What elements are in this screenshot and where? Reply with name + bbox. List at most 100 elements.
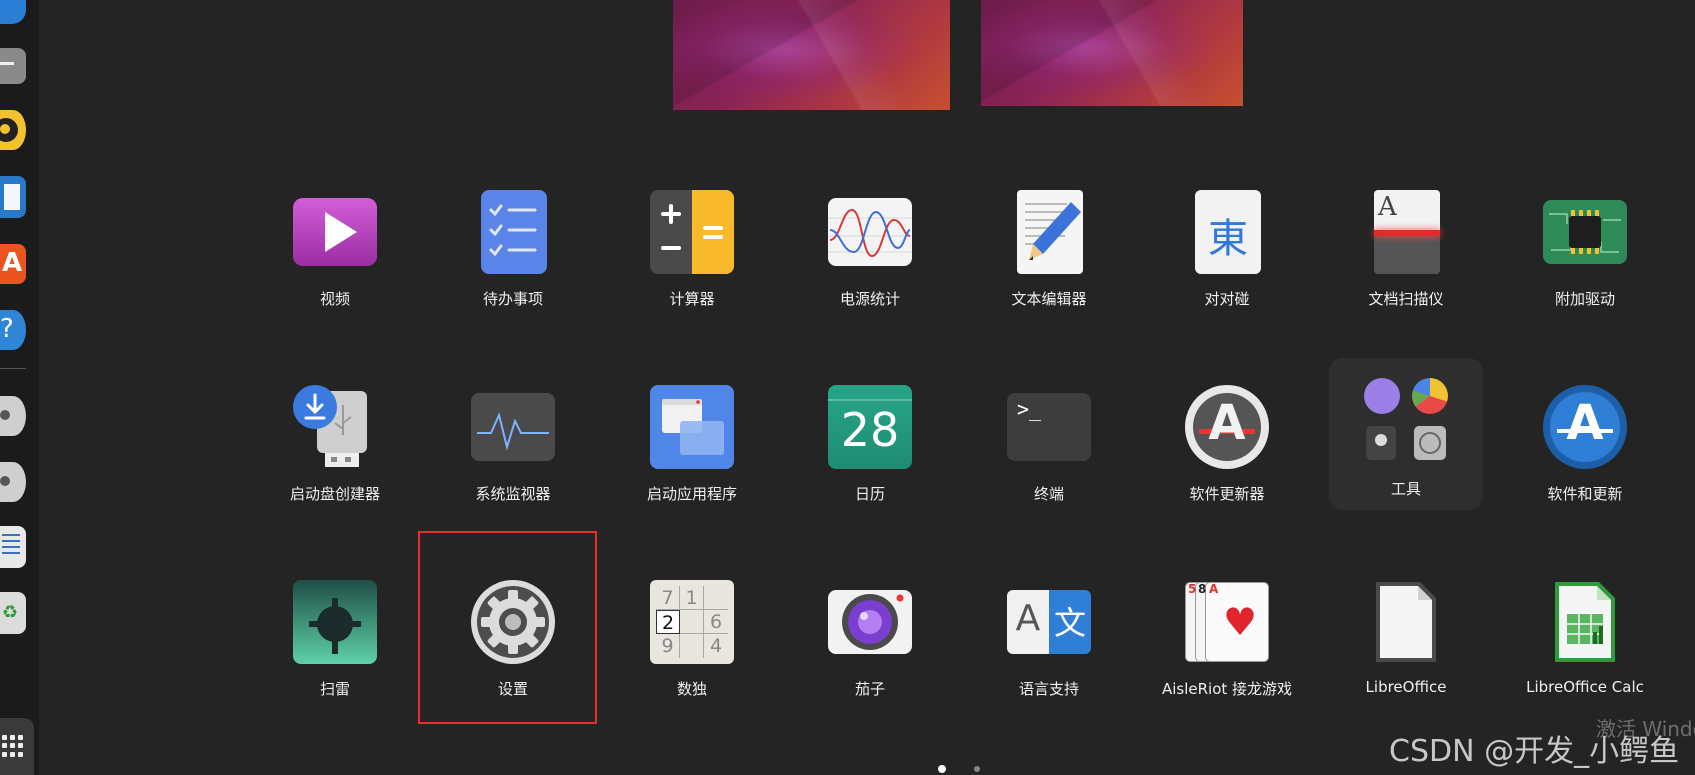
ubuntu-software-icon[interactable]: A — [0, 244, 26, 284]
disc-drive-icon[interactable] — [0, 396, 26, 436]
page-dot[interactable] — [974, 766, 980, 772]
power-statistics-icon — [828, 190, 912, 274]
language-glyph-wen: 文 — [1053, 604, 1086, 642]
disk-usage-icon — [1412, 378, 1448, 414]
app-label: LibreOffice Calc — [1526, 678, 1644, 696]
sudoku-cell: 1 — [680, 586, 704, 610]
todo-icon — [471, 190, 555, 274]
help-icon[interactable]: ? — [0, 310, 26, 350]
app-aisleriot[interactable]: 5 8 A ♥ AisleRiot 接龙游戏 — [1142, 560, 1312, 720]
libreoffice-icon — [1364, 580, 1448, 664]
disks-icon — [1414, 426, 1446, 460]
app-label: 数独 — [676, 680, 707, 698]
utilities-folder-icon — [1364, 378, 1448, 462]
heart-icon: ♥ — [1222, 600, 1258, 644]
folder-utilities[interactable]: 工具 — [1329, 358, 1483, 510]
libreoffice-calc-icon — [1543, 580, 1627, 664]
software-and-updates-icon: A — [1543, 385, 1627, 469]
app-startup-disk-creator[interactable]: 启动盘创建器 — [250, 365, 420, 525]
mahjong-icon: 東 — [1185, 190, 1269, 274]
app-label: 软件和更新 — [1547, 485, 1623, 503]
workspace-thumbnail-2[interactable] — [981, 0, 1243, 106]
show-apps-button[interactable] — [0, 718, 34, 775]
sudoku-cell — [680, 634, 704, 658]
app-calculator[interactable]: 计算器 — [607, 170, 777, 330]
sudoku-cell — [704, 586, 728, 610]
rhythmbox-icon[interactable] — [0, 110, 26, 150]
system-monitor-icon — [471, 385, 555, 469]
app-calendar[interactable]: 28 日历 — [785, 365, 955, 525]
scanner-glyph: A — [1378, 192, 1397, 222]
sudoku-icon: 7 1 2 6 9 4 — [650, 580, 734, 664]
app-grid-icon — [2, 735, 24, 757]
aisleriot-cards-icon: 5 8 A ♥ — [1185, 580, 1269, 664]
app-terminal[interactable]: >_ 终端 — [964, 365, 1134, 525]
disc-drive-icon-2[interactable] — [0, 462, 26, 502]
workspace-thumbnail-1[interactable] — [673, 0, 950, 110]
dock-separator — [0, 368, 26, 369]
app-sudoku[interactable]: 7 1 2 6 9 4 数独 — [607, 560, 777, 720]
sudoku-cell: 6 — [704, 610, 728, 634]
app-label: 日历 — [854, 485, 885, 503]
sudoku-cell: 4 — [709, 635, 723, 657]
app-label: 待办事项 — [482, 290, 543, 308]
trash-icon[interactable]: ♻ — [0, 592, 26, 634]
app-label: 计算器 — [669, 290, 715, 308]
app-system-monitor[interactable]: 系统监视器 — [428, 365, 598, 525]
app-label: 终端 — [1033, 485, 1064, 503]
app-label: 启动盘创建器 — [289, 485, 380, 503]
dock: A ? ♻ — [0, 0, 39, 775]
language-glyph-a: A — [1015, 598, 1041, 639]
app-mahjong[interactable]: 東 对对碰 — [1142, 170, 1312, 330]
text-editor-icon — [1007, 190, 1091, 274]
avahi-icon — [1364, 378, 1400, 414]
app-mines[interactable]: 扫雷 — [250, 560, 420, 720]
card-rank: 8 — [1198, 582, 1207, 596]
app-startup-applications[interactable]: 启动应用程序 — [607, 365, 777, 525]
sudoku-cell: 2 — [656, 610, 680, 634]
calculator-icon — [650, 190, 734, 274]
thunderbird-icon[interactable] — [0, 0, 26, 24]
updater-glyph: A — [1208, 395, 1246, 451]
libreoffice-writer-icon[interactable] — [0, 176, 26, 218]
app-label: 附加驱动 — [1554, 290, 1615, 308]
startup-disk-creator-icon — [293, 385, 377, 469]
app-software-and-updates[interactable]: A 软件和更新 — [1500, 365, 1670, 525]
app-libreoffice-calc[interactable]: LibreOffice Calc — [1500, 560, 1670, 720]
software-glyph: A — [1566, 395, 1604, 451]
app-text-editor[interactable]: 文本编辑器 — [964, 170, 1134, 330]
app-additional-drivers[interactable]: 附加驱动 — [1500, 170, 1670, 330]
calendar-icon: 28 — [828, 385, 912, 469]
software-updater-icon: A — [1185, 385, 1269, 469]
page-dot-active[interactable] — [938, 765, 946, 773]
document-scanner-icon: A — [1364, 190, 1448, 274]
app-cheese[interactable]: 茄子 — [785, 560, 955, 720]
app-video[interactable]: 视频 — [250, 170, 420, 330]
app-power-statistics[interactable]: 电源统计 — [785, 170, 955, 330]
terminal-icon: >_ — [1007, 385, 1091, 469]
app-libreoffice[interactable]: LibreOffice — [1321, 560, 1491, 720]
app-todo[interactable]: 待办事项 — [428, 170, 598, 330]
startup-applications-icon — [650, 385, 734, 469]
app-label: 启动应用程序 — [646, 485, 737, 503]
app-label: 工具 — [1390, 480, 1421, 498]
app-label: 视频 — [319, 290, 350, 308]
csdn-watermark: CSDN @开发_小鳄鱼 — [1389, 734, 1680, 769]
app-software-updater[interactable]: A 软件更新器 — [1142, 365, 1312, 525]
app-label: 系统监视器 — [475, 485, 551, 503]
card-rank: 5 — [1188, 582, 1197, 596]
app-label: 软件更新器 — [1189, 485, 1265, 503]
sudoku-cell: 7 — [656, 586, 680, 610]
terminal-prompt: >_ — [1017, 397, 1042, 421]
app-label: 对对碰 — [1204, 290, 1250, 308]
app-label: 文档扫描仪 — [1368, 290, 1444, 308]
app-language-support[interactable]: A 文 语言支持 — [964, 560, 1134, 720]
app-label: LibreOffice — [1365, 678, 1447, 696]
files-icon[interactable] — [0, 48, 26, 84]
app-label: AisleRiot 接龙游戏 — [1161, 680, 1293, 698]
settings-highlight-box — [418, 531, 597, 724]
app-document-scanner[interactable]: A 文档扫描仪 — [1321, 170, 1491, 330]
document-icon[interactable] — [0, 526, 26, 568]
sudoku-cell: 9 — [656, 634, 680, 658]
additional-drivers-icon — [1543, 190, 1627, 274]
